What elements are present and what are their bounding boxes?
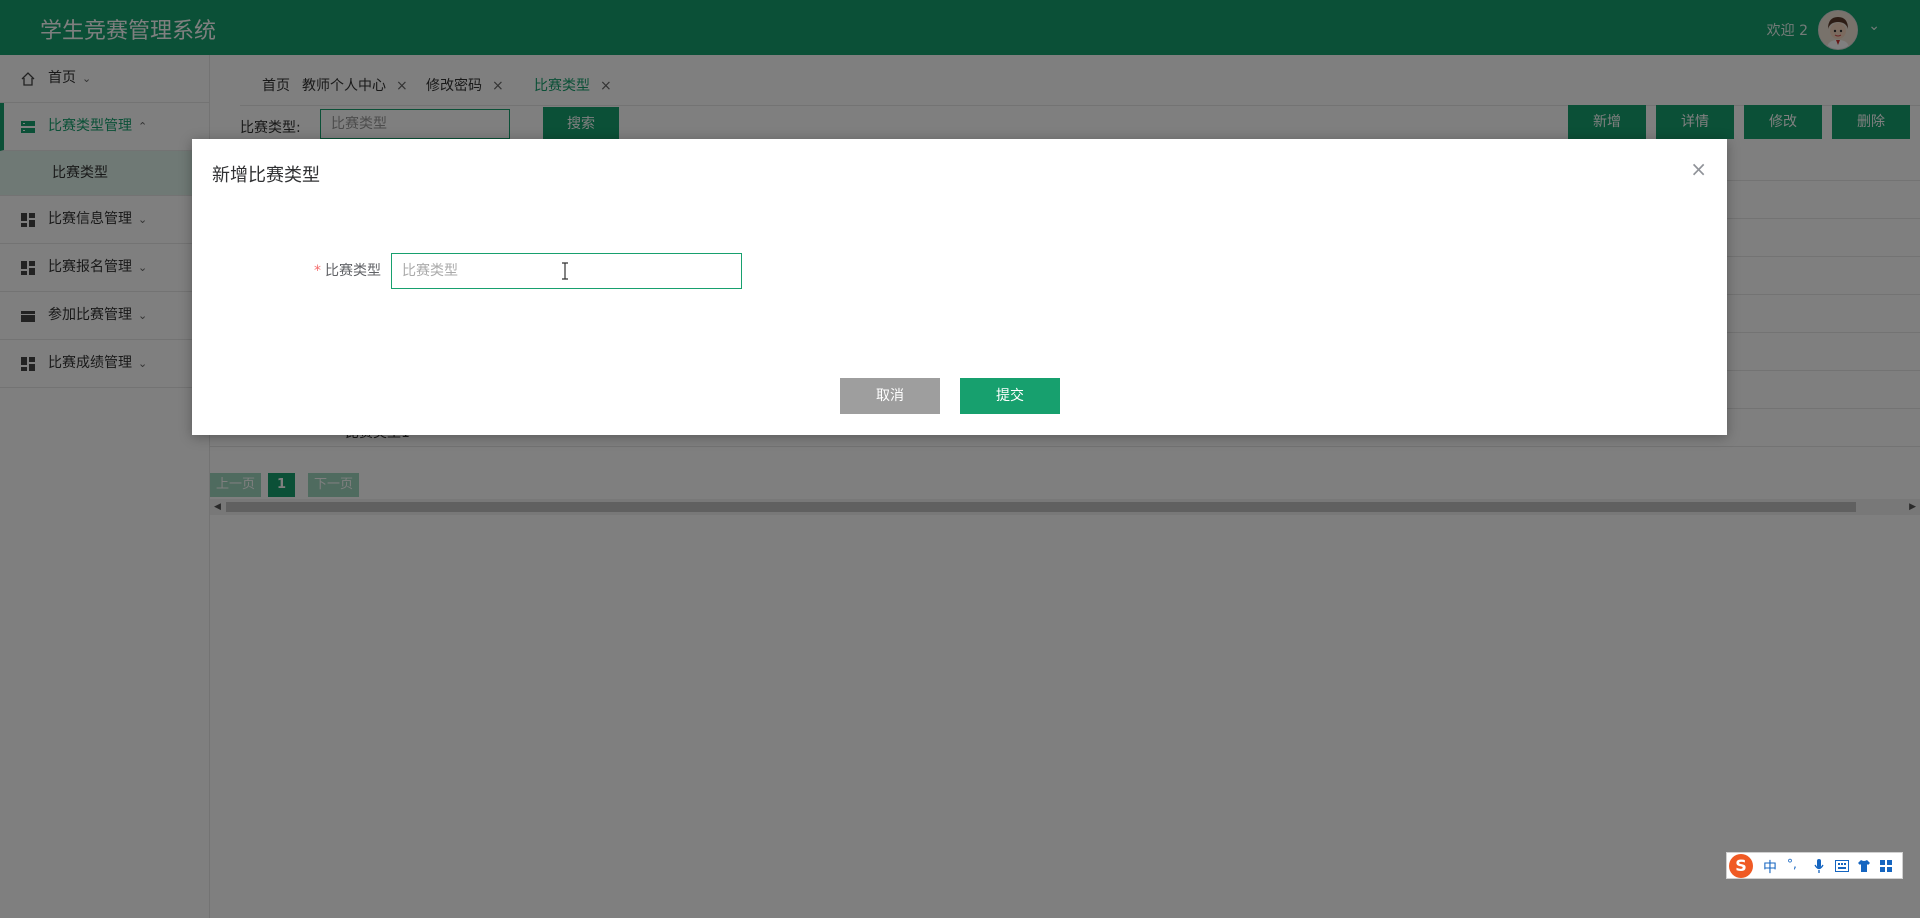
- competition-type-input[interactable]: 比赛类型: [391, 253, 742, 289]
- field-label-text: 比赛类型: [325, 263, 381, 279]
- keyboard-icon[interactable]: [1835, 860, 1849, 872]
- microphone-icon[interactable]: [1813, 858, 1825, 874]
- add-competition-type-dialog: 新增比赛类型 × * 比赛类型 比赛类型 取消 提交: [192, 139, 1727, 435]
- sogou-logo-icon[interactable]: S: [1729, 854, 1753, 878]
- ime-punct-toggle[interactable]: °,: [1787, 857, 1797, 871]
- text-cursor-icon: [562, 262, 568, 280]
- submit-button[interactable]: 提交: [960, 378, 1060, 414]
- required-mark: *: [314, 263, 321, 279]
- grid-icon[interactable]: [1879, 859, 1893, 873]
- input-placeholder: 比赛类型: [402, 263, 458, 279]
- modal-overlay[interactable]: [0, 0, 1920, 918]
- ime-toolbar[interactable]: S 中 °,: [1726, 852, 1903, 879]
- shirt-icon[interactable]: [1857, 859, 1871, 873]
- dialog-title: 新增比赛类型: [212, 165, 320, 186]
- close-icon[interactable]: ×: [1690, 157, 1707, 181]
- ime-mode-toggle[interactable]: 中: [1763, 857, 1777, 877]
- competition-type-label: * 比赛类型: [314, 260, 381, 280]
- cancel-button[interactable]: 取消: [840, 378, 940, 414]
